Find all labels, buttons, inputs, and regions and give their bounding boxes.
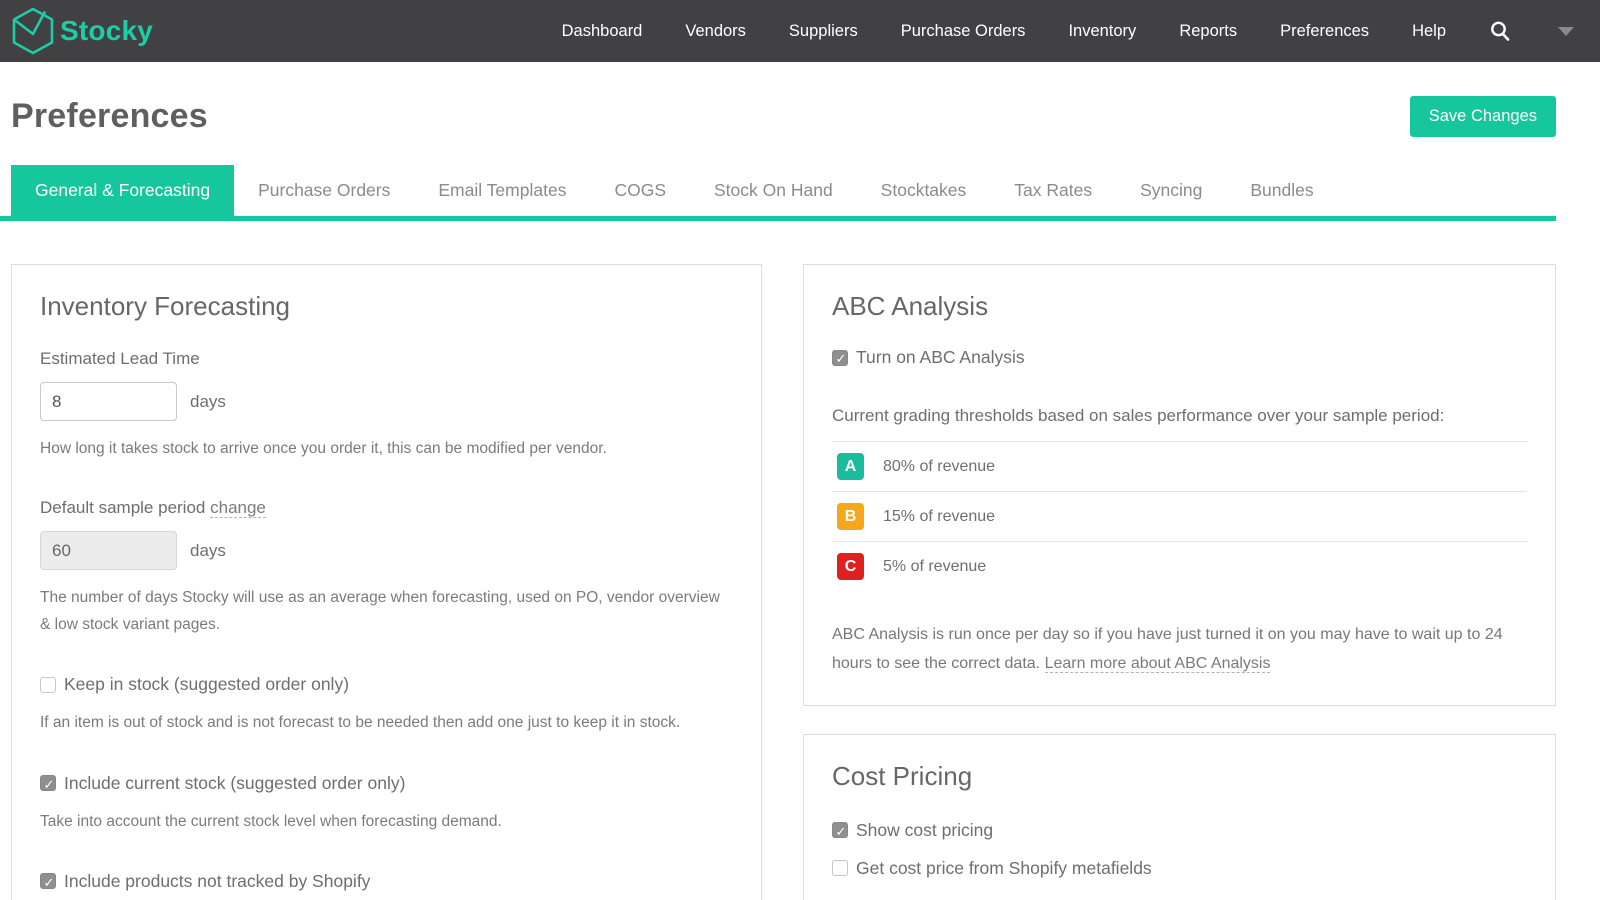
turn-on-abc-checkbox[interactable]: Turn on ABC Analysis [832, 347, 1527, 368]
abc-analysis-title: ABC Analysis [832, 291, 989, 321]
abc-intro-text: Current grading thresholds based on sale… [832, 406, 1445, 425]
turn-on-abc-label: Turn on ABC Analysis [856, 347, 1025, 367]
stocky-cube-icon [12, 7, 54, 55]
checkbox-checked-icon[interactable] [832, 822, 848, 839]
stocky-preferences-page: Stocky Dashboard Vendors Suppliers Purch… [0, 0, 1600, 900]
chevron-down-icon[interactable] [1558, 26, 1574, 36]
metafields-label: Get cost price from Shopify metafields [856, 857, 1152, 878]
checkbox-checked-icon[interactable] [832, 349, 848, 366]
nav-suppliers[interactable]: Suppliers [789, 22, 858, 41]
grade-a-badge: A [837, 453, 864, 480]
keep-in-stock-help: If an item is out of stock and is not fo… [40, 714, 681, 732]
tab-stocktakes[interactable]: Stocktakes [857, 165, 991, 216]
checkbox-icon[interactable] [832, 860, 848, 877]
checkbox-checked-icon[interactable] [40, 775, 56, 792]
show-cost-pricing-label: Show cost pricing [856, 819, 994, 840]
learn-more-abc-link[interactable]: Learn more about ABC Analysis [1044, 654, 1271, 673]
lead-time-input[interactable] [40, 382, 177, 421]
grade-row-b: B 15% of revenue [832, 491, 1527, 541]
include-untracked-checkbox[interactable]: Include products not tracked by Shopify [40, 871, 733, 892]
tab-tax-rates[interactable]: Tax Rates [990, 165, 1116, 216]
nav-reports[interactable]: Reports [1179, 22, 1237, 41]
keep-in-stock-label: Keep in stock (suggested order only) [64, 674, 350, 695]
grade-row-c: C 5% of revenue [832, 541, 1527, 591]
inventory-forecasting-title: Inventory Forecasting [40, 291, 291, 321]
sample-period-change-link[interactable]: change [210, 498, 266, 519]
brand-name: Stocky [60, 15, 154, 46]
nav-inventory[interactable]: Inventory [1068, 22, 1136, 41]
sample-period-input [40, 531, 177, 571]
checkbox-icon[interactable] [40, 676, 56, 693]
keep-in-stock-checkbox[interactable]: Keep in stock (suggested order only) [40, 674, 733, 695]
tab-email-templates[interactable]: Email Templates [414, 165, 590, 216]
checkbox-checked-icon[interactable] [40, 873, 56, 890]
nav-purchase-orders[interactable]: Purchase Orders [901, 22, 1026, 41]
include-untracked-label: Include products not tracked by Shopify [64, 870, 371, 891]
nav-help[interactable]: Help [1412, 22, 1446, 41]
tab-syncing[interactable]: Syncing [1116, 165, 1226, 216]
cost-pricing-card: Cost Pricing Show cost pricing Get cost … [803, 733, 1556, 900]
grade-b-badge: B [837, 503, 864, 530]
top-nav: Stocky Dashboard Vendors Suppliers Purch… [0, 0, 1600, 62]
sample-period-row: days [40, 531, 733, 571]
grade-c-text: 5% of revenue [883, 557, 987, 575]
save-changes-button[interactable]: Save Changes [1409, 96, 1556, 137]
include-current-stock-checkbox[interactable]: Include current stock (suggested order o… [40, 773, 733, 794]
nav-preferences[interactable]: Preferences [1280, 22, 1369, 41]
right-column: ABC Analysis Turn on ABC Analysis Curren… [803, 264, 1556, 900]
content-area: Inventory Forecasting Estimated Lead Tim… [0, 221, 1600, 900]
lead-time-row: days [40, 382, 733, 421]
inventory-forecasting-card: Inventory Forecasting Estimated Lead Tim… [11, 264, 762, 900]
sample-period-label: Default sample period change [40, 498, 733, 519]
search-icon[interactable] [1489, 20, 1511, 42]
lead-time-label: Estimated Lead Time [40, 349, 200, 368]
lead-time-unit: days [190, 391, 226, 411]
abc-footnote: ABC Analysis is run once per day so if y… [832, 621, 1522, 679]
page-header: Preferences Save Changes [0, 62, 1600, 165]
nav-vendors[interactable]: Vendors [685, 22, 746, 41]
stocky-logo[interactable]: Stocky [10, 6, 153, 56]
nav-dashboard[interactable]: Dashboard [562, 22, 643, 41]
sample-period-label-text: Default sample period [40, 498, 206, 518]
include-current-stock-help: Take into account the current stock leve… [40, 812, 502, 830]
page-title: Preferences [11, 97, 208, 135]
lead-time-help: How long it takes stock to arrive once y… [40, 440, 607, 457]
tab-stock-on-hand[interactable]: Stock On Hand [690, 165, 857, 216]
grade-c-badge: C [837, 553, 864, 580]
include-current-stock-label: Include current stock (suggested order o… [64, 772, 406, 793]
tab-bundles[interactable]: Bundles [1226, 165, 1337, 216]
grade-a-text: 80% of revenue [883, 457, 996, 475]
tab-cogs[interactable]: COGS [590, 165, 690, 216]
preferences-tab-bar: General & Forecasting Purchase Orders Em… [0, 165, 1556, 221]
cost-pricing-title: Cost Pricing [832, 760, 973, 791]
grade-b-text: 15% of revenue [883, 507, 996, 525]
sample-period-help: The number of days Stocky will use as an… [40, 589, 720, 634]
abc-analysis-card: ABC Analysis Turn on ABC Analysis Curren… [803, 264, 1556, 706]
show-cost-pricing-checkbox[interactable]: Show cost pricing [832, 820, 1527, 841]
tab-general-forecasting[interactable]: General & Forecasting [11, 165, 235, 216]
metafields-checkbox[interactable]: Get cost price from Shopify metafields [832, 858, 1527, 879]
nav-links: Dashboard Vendors Suppliers Purchase Ord… [562, 20, 1574, 42]
sample-period-unit: days [190, 540, 226, 560]
grade-row-a: A 80% of revenue [832, 441, 1527, 491]
tab-purchase-orders[interactable]: Purchase Orders [234, 165, 414, 216]
